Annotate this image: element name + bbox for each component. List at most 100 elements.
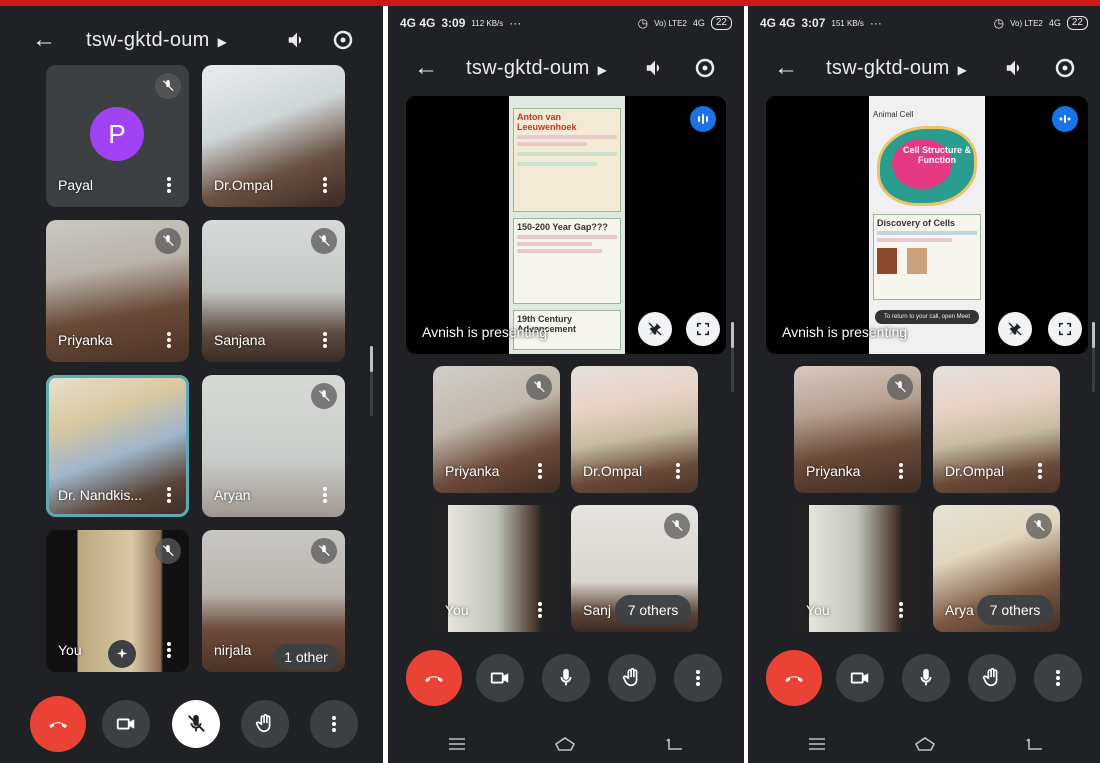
participant-name: Aryan (214, 487, 251, 503)
end-call-button[interactable] (406, 650, 462, 706)
participant-name: You (58, 642, 82, 658)
home-icon[interactable] (914, 733, 936, 755)
audio-level-icon (690, 106, 716, 132)
more-vert-icon[interactable] (891, 459, 911, 483)
participant-name: You (806, 602, 830, 618)
meeting-code-button[interactable]: tsw-gktd-oum ▶ (86, 29, 227, 52)
participant-tile-self[interactable]: You (794, 505, 921, 632)
back-nav-icon[interactable] (664, 733, 686, 755)
participant-tile[interactable]: Sanj 7 others (571, 505, 698, 632)
microphone-button[interactable] (902, 654, 950, 702)
android-nav-bar (388, 723, 744, 763)
more-vert-icon[interactable] (315, 483, 335, 507)
muted-mic-icon (155, 73, 181, 99)
effects-sparkle-icon[interactable] (108, 640, 136, 668)
call-header: ← tsw-gktd-oum ▶ (0, 20, 383, 60)
clock: 3:09 (441, 16, 466, 30)
participant-name: Payal (58, 177, 94, 193)
more-options-button[interactable] (674, 654, 722, 702)
others-count-pill[interactable]: 7 others (615, 595, 691, 625)
more-vert-icon[interactable] (159, 638, 179, 662)
participant-tile[interactable]: Priyanka (433, 366, 560, 493)
presentation-view[interactable]: Animal Cell Cell Structure & Function Di… (766, 96, 1088, 354)
more-vert-icon[interactable] (159, 173, 179, 197)
back-arrow-icon[interactable]: ← (414, 54, 438, 82)
participant-tile[interactable]: Priyanka (794, 366, 921, 493)
audio-level-icon (1052, 106, 1078, 132)
status-bar: 4G 4G 3:07 151 KB/s ··· ◷ Vo) LTE2 4G 22 (748, 12, 1100, 34)
home-icon[interactable] (554, 733, 576, 755)
participant-name: Dr. Nandkis... (58, 487, 143, 503)
back-arrow-icon[interactable]: ← (32, 26, 56, 54)
call-header: ← tsw-gktd-oum ▶ (748, 48, 1100, 88)
raise-hand-button[interactable] (968, 654, 1016, 702)
more-vert-icon[interactable] (159, 328, 179, 352)
more-options-button[interactable] (1034, 654, 1082, 702)
camera-toggle-button[interactable] (476, 654, 524, 702)
presentation-view[interactable]: Anton van Leeuwenhoek 150-200 Year Gap??… (406, 96, 726, 354)
volte-indicator: Vo) LTE2 (654, 18, 687, 28)
back-arrow-icon[interactable]: ← (774, 54, 798, 82)
participant-tile[interactable]: Dr.Ompal (202, 65, 345, 207)
more-options-button[interactable] (310, 700, 358, 748)
slide-section: 150-200 Year Gap??? (513, 218, 621, 304)
scroll-indicator[interactable] (731, 322, 734, 348)
avatar-letter: P (108, 118, 126, 149)
fullscreen-button[interactable] (1048, 312, 1082, 346)
participant-tile[interactable]: Aryan (202, 375, 345, 517)
more-vert-icon[interactable] (315, 328, 335, 352)
muted-mic-icon (311, 538, 337, 564)
more-vert-icon[interactable] (530, 459, 550, 483)
unpin-button[interactable] (638, 312, 672, 346)
raise-hand-button[interactable] (608, 654, 656, 702)
more-vert-icon[interactable] (1030, 459, 1050, 483)
scroll-indicator[interactable] (370, 346, 373, 372)
speaker-icon[interactable] (1000, 53, 1030, 83)
meeting-code: tsw-gktd-oum (826, 56, 950, 79)
meeting-code: tsw-gktd-oum (466, 56, 590, 79)
more-vert-icon[interactable] (315, 173, 335, 197)
participant-name: Sanj (583, 602, 612, 618)
others-count-pill[interactable]: 1 other (274, 644, 338, 670)
speaker-icon[interactable] (282, 25, 312, 55)
more-vert-icon[interactable] (530, 598, 550, 622)
slide-heading: 150-200 Year Gap??? (517, 222, 608, 232)
others-count-pill[interactable]: 7 others (977, 595, 1053, 625)
participant-tile-self[interactable]: You (46, 530, 189, 672)
slide-section: Discovery of Cells (873, 214, 981, 300)
more-vert-icon[interactable] (159, 483, 179, 507)
microphone-button[interactable] (542, 654, 590, 702)
end-call-button[interactable] (30, 696, 86, 752)
recents-menu-icon[interactable] (446, 733, 468, 755)
camera-toggle-button[interactable] (102, 700, 150, 748)
participant-tile[interactable]: Priyanka (46, 220, 189, 362)
switch-camera-icon[interactable] (1050, 53, 1080, 83)
participant-tile[interactable]: P Payal (46, 65, 189, 207)
speaker-icon[interactable] (640, 53, 670, 83)
switch-camera-icon[interactable] (328, 25, 358, 55)
meeting-code-button[interactable]: tsw-gktd-oum ▶ (466, 57, 607, 80)
raise-hand-button[interactable] (241, 700, 289, 748)
participant-tile-selected[interactable]: Dr. Nandkis... (46, 375, 189, 517)
more-vert-icon[interactable] (668, 459, 688, 483)
more-vert-icon[interactable] (891, 598, 911, 622)
slide-section: Anton van Leeuwenhoek (513, 108, 621, 212)
fullscreen-button[interactable] (686, 312, 720, 346)
microphone-off-button[interactable] (172, 700, 220, 748)
meeting-code-button[interactable]: tsw-gktd-oum ▶ (826, 57, 967, 80)
participant-tile[interactable]: Sanjana (202, 220, 345, 362)
camera-toggle-button[interactable] (836, 654, 884, 702)
muted-mic-icon (155, 538, 181, 564)
participant-tile-self[interactable]: You (433, 505, 560, 632)
scroll-indicator[interactable] (1092, 322, 1095, 348)
end-call-button[interactable] (766, 650, 822, 706)
recents-menu-icon[interactable] (806, 733, 828, 755)
participant-tile[interactable]: Dr.Ompal (933, 366, 1060, 493)
switch-camera-icon[interactable] (690, 53, 720, 83)
participant-tile[interactable]: nirjala 1 other (202, 530, 345, 672)
unpin-button[interactable] (998, 312, 1032, 346)
back-nav-icon[interactable] (1024, 733, 1046, 755)
participant-name: Dr.Ompal (583, 463, 643, 479)
participant-tile[interactable]: Arya 7 others (933, 505, 1060, 632)
participant-tile[interactable]: Dr.Ompal (571, 366, 698, 493)
